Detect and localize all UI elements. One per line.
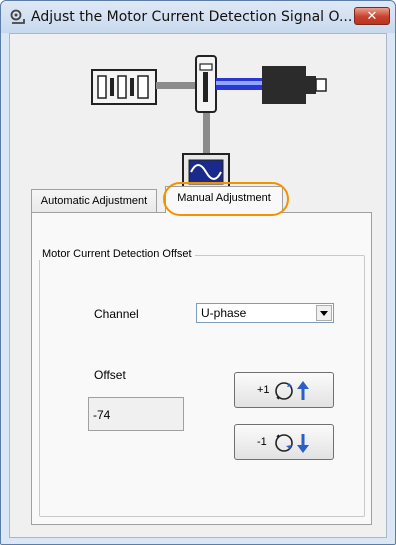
chevron-down-icon[interactable] — [316, 305, 332, 321]
offset-label: Offset — [94, 368, 126, 382]
channel-label: Channel — [94, 307, 139, 321]
controller-unit — [195, 55, 217, 113]
increment-offset-button[interactable]: +1 — [234, 372, 334, 408]
groupbox-title: Motor Current Detection Offset — [39, 248, 195, 260]
window-title: Adjust the Motor Current Detection Signa… — [31, 9, 351, 25]
decrement-offset-button[interactable]: -1 — [234, 424, 334, 460]
tab-automatic-adjustment[interactable]: Automatic Adjustment — [31, 189, 157, 213]
rotate-down-icon — [275, 434, 309, 453]
close-button[interactable]: ✕ — [354, 7, 390, 25]
increment-label: +1 — [257, 384, 270, 396]
servo-system-diagram — [91, 55, 327, 191]
offset-value: -74 — [93, 408, 111, 422]
motor-unit — [262, 66, 327, 104]
rotate-up-icon — [275, 381, 309, 400]
dialog-window: Adjust the Motor Current Detection Signa… — [0, 0, 396, 545]
title-bar[interactable]: Adjust the Motor Current Detection Signa… — [1, 1, 395, 33]
tab-manual-adjustment[interactable]: Manual Adjustment — [165, 186, 283, 213]
servo-drive-unit — [91, 69, 157, 105]
channel-selected-value: U-phase — [201, 306, 247, 320]
channel-dropdown[interactable]: U-phase — [196, 303, 334, 323]
offset-value-field: -74 — [88, 397, 184, 431]
waveform-monitor — [182, 153, 230, 191]
servo-settings-icon — [10, 9, 25, 24]
decrement-label: -1 — [257, 436, 267, 448]
